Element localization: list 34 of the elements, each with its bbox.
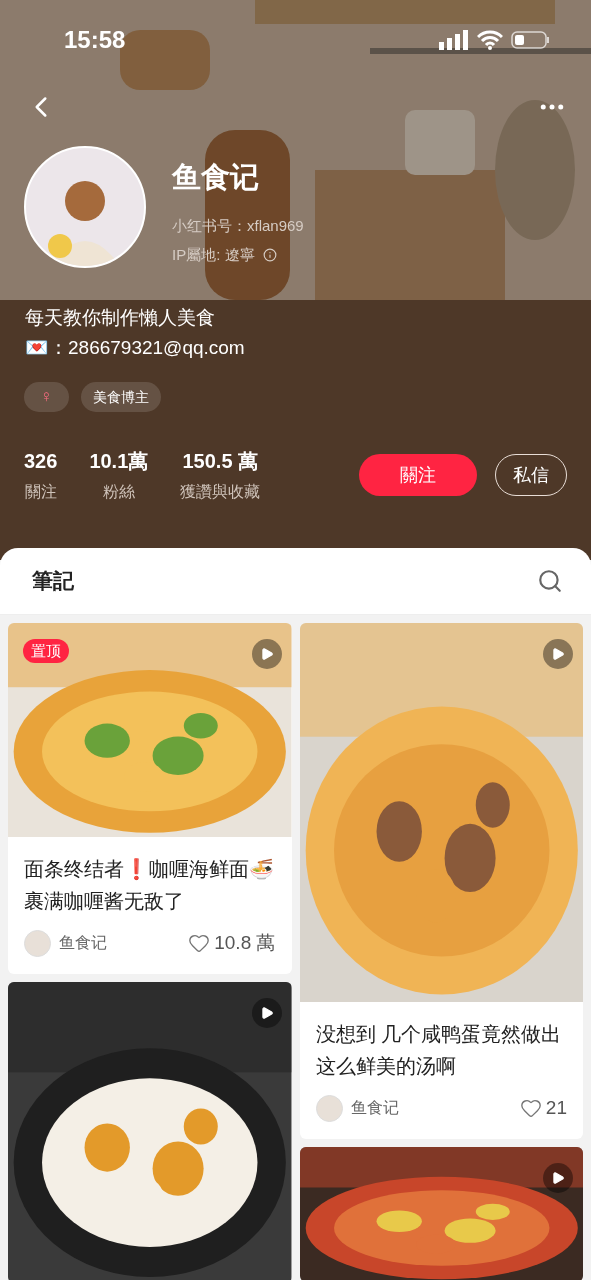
follow-button[interactable]: 關注	[359, 454, 477, 496]
profile-tag: 美食博主	[80, 382, 161, 412]
wifi-icon	[477, 30, 503, 50]
signal-icon	[439, 30, 469, 50]
user-id: 小红书号：xflan969	[172, 216, 304, 237]
like-icon[interactable]	[519, 1097, 542, 1120]
contact-email: 💌：286679321@qq.com	[25, 336, 246, 360]
ip-location: IP屬地: 遼寧	[172, 244, 255, 265]
author-avatar	[315, 1094, 343, 1122]
note-title: 没想到 几个咸鸭蛋竟然做出这么鲜美的汤啊	[315, 1022, 563, 1079]
stat-value: 326	[24, 449, 58, 474]
stat-label: 關注	[24, 482, 57, 502]
like-count: 10.8 萬	[214, 931, 276, 955]
stat-label: 粉絲	[102, 482, 135, 502]
note-title: 面条终结者❗咖喱海鲜面🍜裹满咖喱酱无敌了	[24, 857, 275, 914]
like-count: 21	[545, 1096, 567, 1120]
info-icon[interactable]	[262, 248, 277, 262]
stat-value: 150.5 萬	[182, 449, 259, 474]
author-name: 鱼食记	[59, 933, 107, 954]
gender-tag: ♀	[24, 382, 69, 412]
battery-icon	[511, 30, 551, 50]
notes-tab[interactable]: 筆記	[32, 565, 74, 597]
search-icon[interactable]	[537, 568, 563, 594]
note-card[interactable]: 没想到 几个咸鸭蛋竟然做出这么鲜美的汤啊 鱼食记 21	[299, 623, 583, 1139]
stat-value: 10.1萬	[89, 449, 149, 474]
profile-bio: 每天教你制作懶人美食	[25, 306, 216, 330]
profile-name: 鱼食记	[172, 159, 260, 195]
pinned-badge: 置顶	[23, 639, 69, 663]
stat-label: 獲讚與收藏	[180, 482, 261, 502]
like-icon[interactable]	[188, 932, 211, 955]
author-avatar	[24, 929, 51, 957]
note-card[interactable]: 置顶 面条终结者❗咖喱海鲜面🍜裹满咖喱酱无敌了 鱼食记 10.8 萬	[8, 623, 292, 974]
author-name: 鱼食记	[350, 1098, 399, 1119]
status-time: 15:58	[64, 25, 126, 55]
